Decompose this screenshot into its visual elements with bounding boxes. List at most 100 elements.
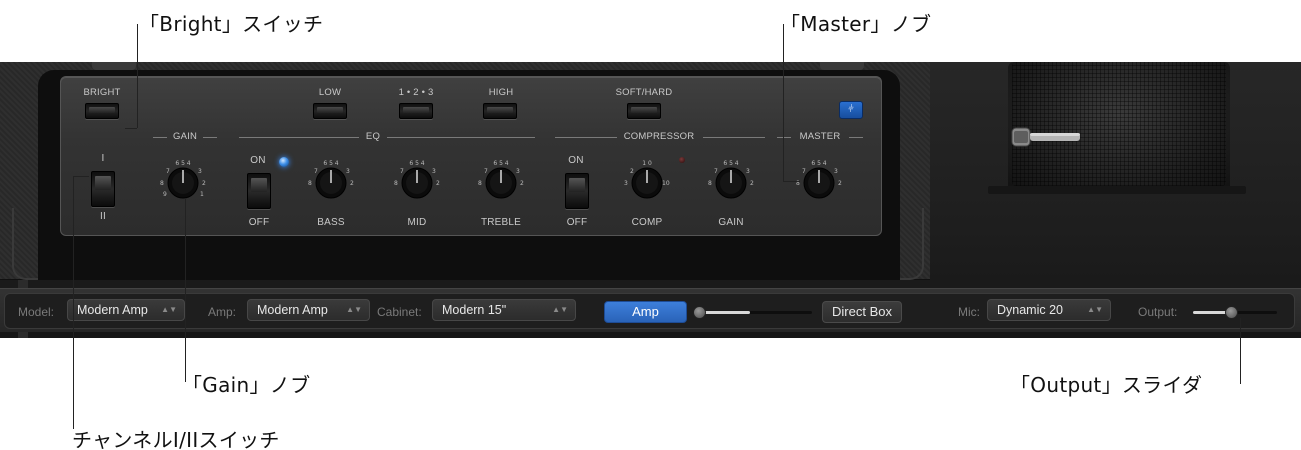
gain-callout-line bbox=[185, 198, 186, 382]
svg-text:1 0: 1 0 bbox=[642, 160, 652, 167]
mic-value: Dynamic 20 bbox=[997, 303, 1063, 317]
comp-gain-knob[interactable]: 6 5 4 7 3 8 2 bbox=[705, 157, 757, 209]
svg-text:1: 1 bbox=[200, 191, 204, 198]
mid-label: MID bbox=[407, 217, 427, 228]
svg-text:2: 2 bbox=[838, 180, 842, 187]
popup-arrows-icon: ▲▼ bbox=[346, 305, 362, 314]
svg-text:7: 7 bbox=[484, 168, 488, 175]
svg-text:7: 7 bbox=[714, 168, 718, 175]
knob-graphic: 6 5 4 7 3 8 2 bbox=[394, 160, 440, 199]
microphone-icon[interactable] bbox=[1010, 125, 1082, 149]
high-switch[interactable] bbox=[483, 103, 517, 119]
bright-label: BRIGHT bbox=[83, 87, 121, 98]
output-slider-thumb[interactable] bbox=[1224, 306, 1238, 319]
comp-section-rule-right bbox=[703, 137, 765, 138]
svg-text:10: 10 bbox=[662, 180, 670, 187]
low-label: LOW bbox=[318, 87, 342, 98]
output-label: Output: bbox=[1138, 305, 1178, 319]
channel-ii-label: II bbox=[100, 211, 106, 222]
direct-box-button[interactable]: Direct Box bbox=[822, 301, 902, 323]
svg-text:9: 9 bbox=[163, 191, 167, 198]
knob-graphic: 6 5 4 7 3 8 2 bbox=[308, 160, 354, 199]
svg-text:7: 7 bbox=[314, 168, 318, 175]
comp-on-off-switch[interactable] bbox=[565, 173, 589, 209]
comp-on-label: ON bbox=[568, 155, 584, 166]
svg-text:2: 2 bbox=[520, 180, 524, 187]
svg-text:3: 3 bbox=[834, 168, 838, 175]
popup-arrows-icon: ▲▼ bbox=[1087, 305, 1103, 314]
eq-section-rule-right bbox=[387, 137, 535, 138]
cabinet-popup[interactable]: Modern 15" ▲▼ bbox=[432, 299, 576, 321]
popup-arrows-icon: ▲▼ bbox=[161, 305, 177, 314]
gain-callout: 「Gain」ノブ bbox=[182, 373, 311, 397]
amp-frame-corner-right bbox=[900, 208, 924, 280]
svg-text:3: 3 bbox=[746, 168, 750, 175]
amp-control-panel: BRIGHT LOW 1 • 2 • 3 HIGH SOFT/HARD ⫩ GA… bbox=[60, 76, 882, 236]
svg-text:6 5 4: 6 5 4 bbox=[175, 160, 190, 167]
amp-directbox-slider-thumb[interactable] bbox=[693, 306, 706, 319]
svg-text:6 5 4: 6 5 4 bbox=[723, 160, 738, 167]
gain-section-rule-right bbox=[203, 137, 217, 138]
svg-text:3: 3 bbox=[516, 168, 520, 175]
master-callout-tick bbox=[783, 181, 800, 182]
bright-callout: 「Bright」スイッチ bbox=[139, 12, 324, 36]
channel-callout: チャンネルI/IIスイッチ bbox=[72, 428, 280, 450]
bright-switch[interactable] bbox=[85, 103, 119, 119]
amp-popup[interactable]: Modern Amp ▲▼ bbox=[247, 299, 370, 321]
comp-label: COMP bbox=[631, 217, 663, 228]
svg-text:3: 3 bbox=[198, 168, 202, 175]
eq-on-off-switch[interactable] bbox=[247, 173, 271, 209]
svg-text:2: 2 bbox=[436, 180, 440, 187]
master-section-rule-left bbox=[777, 137, 791, 138]
gain-section-rule-left bbox=[153, 137, 167, 138]
svg-text:6 5 4: 6 5 4 bbox=[409, 160, 424, 167]
model-label: Model: bbox=[18, 305, 55, 319]
cabinet-label: Cabinet: bbox=[377, 305, 422, 319]
master-callout-line bbox=[783, 24, 784, 181]
knob-graphic: 1 0 2 3 10 bbox=[624, 160, 670, 199]
treble-knob[interactable]: 6 5 4 7 3 8 2 bbox=[475, 157, 527, 209]
eq-section-label: EQ bbox=[365, 131, 381, 142]
master-knob[interactable]: 6 5 4 73 82 bbox=[793, 157, 845, 209]
svg-text:7: 7 bbox=[400, 168, 404, 175]
knob-graphic: 6 5 4 7 3 8 2 bbox=[478, 160, 524, 199]
bass-knob[interactable]: 6 5 4 7 3 8 2 bbox=[305, 157, 357, 209]
eq-off-label: OFF bbox=[248, 217, 270, 228]
knob-graphic: 6 5 4 7 3 8 2 9 1 bbox=[160, 160, 206, 199]
amp-handle-right bbox=[820, 62, 864, 70]
high-label: HIGH bbox=[488, 87, 514, 98]
amp-label: Amp: bbox=[208, 305, 237, 319]
low-switch[interactable] bbox=[313, 103, 347, 119]
popup-arrows-icon: ▲▼ bbox=[552, 305, 568, 314]
gain-knob[interactable]: 6 5 4 7 3 8 2 9 1 bbox=[157, 157, 209, 209]
channel-callout-tick bbox=[73, 176, 89, 177]
tuner-icon[interactable]: ⫩ bbox=[839, 101, 863, 119]
svg-text:2: 2 bbox=[630, 168, 634, 175]
svg-text:8: 8 bbox=[394, 180, 398, 187]
svg-text:7: 7 bbox=[802, 168, 806, 175]
bright-callout-line bbox=[137, 24, 138, 128]
amp-frame-corner-left bbox=[12, 208, 38, 280]
comp-knob[interactable]: 1 0 2 3 10 bbox=[621, 157, 673, 209]
model-popup[interactable]: Modern Amp ▲▼ bbox=[67, 299, 185, 321]
speaker-grill bbox=[1012, 62, 1226, 186]
compressor-section-label: COMPRESSOR bbox=[623, 131, 695, 142]
gain-section-label: GAIN bbox=[172, 131, 198, 142]
svg-text:8: 8 bbox=[478, 180, 482, 187]
svg-text:6 5 4: 6 5 4 bbox=[811, 160, 826, 167]
softhard-switch[interactable] bbox=[627, 103, 661, 119]
bass-label: BASS bbox=[317, 217, 345, 228]
comp-gain-label: GAIN bbox=[718, 217, 744, 228]
mic-popup[interactable]: Dynamic 20 ▲▼ bbox=[987, 299, 1111, 321]
eq-on-led-icon bbox=[279, 157, 289, 167]
model-value: Modern Amp bbox=[77, 303, 148, 317]
mid-knob[interactable]: 6 5 4 7 3 8 2 bbox=[391, 157, 443, 209]
output-callout: 「Output」スライダ bbox=[1010, 373, 1203, 397]
channel-switch[interactable] bbox=[91, 171, 115, 207]
amp-button[interactable]: Amp bbox=[604, 301, 687, 323]
svg-text:2: 2 bbox=[350, 180, 354, 187]
mid-freq-switch[interactable] bbox=[399, 103, 433, 119]
bright-callout-tick bbox=[125, 128, 137, 129]
master-section-label: MASTER bbox=[799, 131, 841, 142]
eq-on-label: ON bbox=[250, 155, 266, 166]
